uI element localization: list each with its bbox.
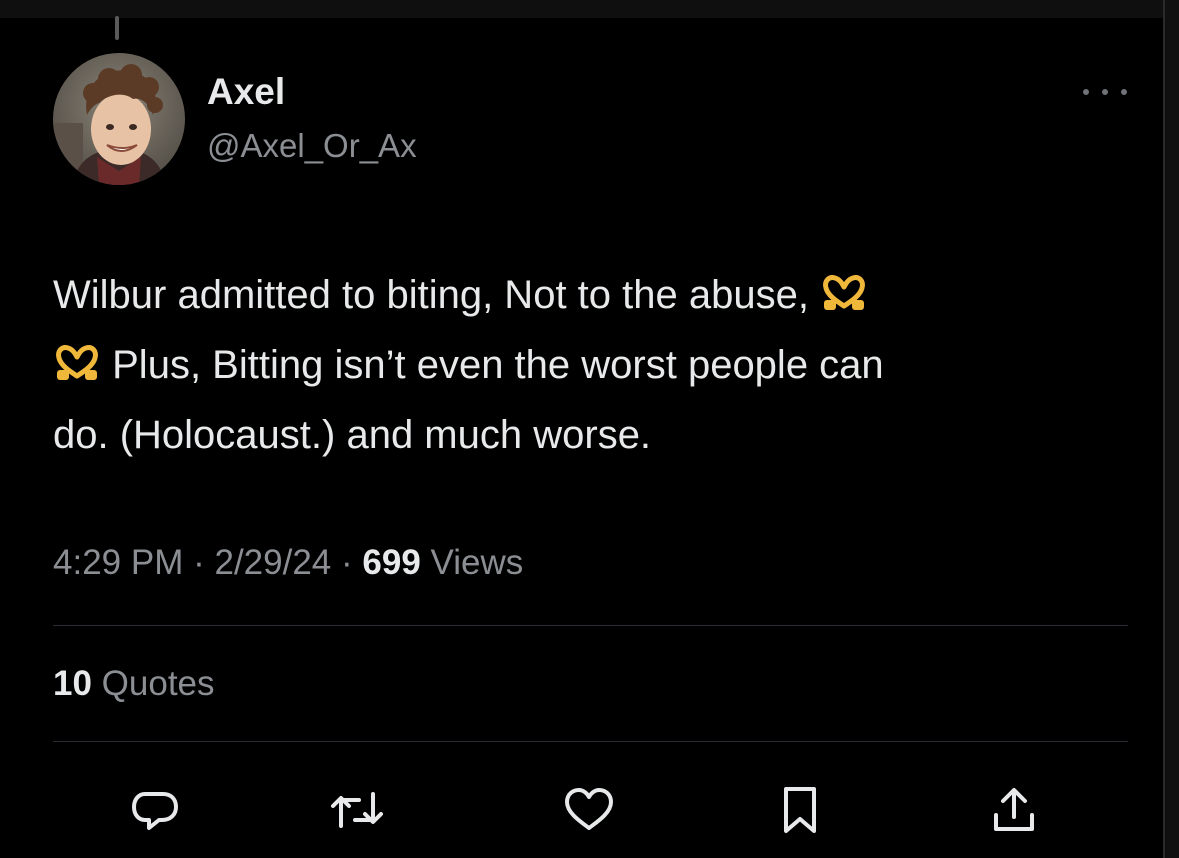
heart-hands-emoji-icon [53,336,101,402]
tweet-line-1: Wilbur admitted to biting, Not to the ab… [53,273,809,317]
views-count: 699 [362,543,421,582]
reply-icon [131,786,179,834]
author-name[interactable]: Axel [207,70,285,114]
tweet-meta: 4:29 PM · 2/29/24 · 699 Views [53,541,523,585]
thread-connector-line [115,16,119,40]
quotes-count: 10 [53,664,92,703]
share-icon [990,785,1038,835]
quotes-stat[interactable]: 10 Quotes [53,662,215,706]
divider [53,625,1128,626]
meta-separator: · [193,543,205,582]
tweet-date[interactable]: 2/29/24 [214,543,331,582]
views-label: Views [430,543,524,582]
more-options-icon[interactable] [1083,84,1127,100]
tweet-line-3: do. (Holocaust.) and much worse. [53,413,652,457]
more-dot [1102,89,1108,95]
more-dot [1083,89,1089,95]
author-handle[interactable]: @Axel_Or_Ax [207,126,417,166]
like-button[interactable] [559,780,619,840]
divider [53,741,1128,742]
bookmark-icon [778,785,822,835]
reply-button[interactable] [125,780,185,840]
bookmark-button[interactable] [770,780,830,840]
tweet-line-2: Plus, Bitting isn’t even the worst peopl… [112,343,884,387]
share-button[interactable] [984,780,1044,840]
meta-separator: · [341,543,353,582]
tweet-text: Wilbur admitted to biting, Not to the ab… [53,262,1128,468]
avatar[interactable] [53,53,185,185]
tweet-time[interactable]: 4:29 PM [53,543,183,582]
retweet-button[interactable] [327,780,387,840]
heart-hands-emoji-icon [820,266,868,332]
top-strip [0,0,1179,18]
window-edge [1163,0,1179,858]
quotes-label: Quotes [101,664,215,703]
like-icon [563,786,615,834]
retweet-icon [329,786,385,834]
more-dot [1121,89,1127,95]
